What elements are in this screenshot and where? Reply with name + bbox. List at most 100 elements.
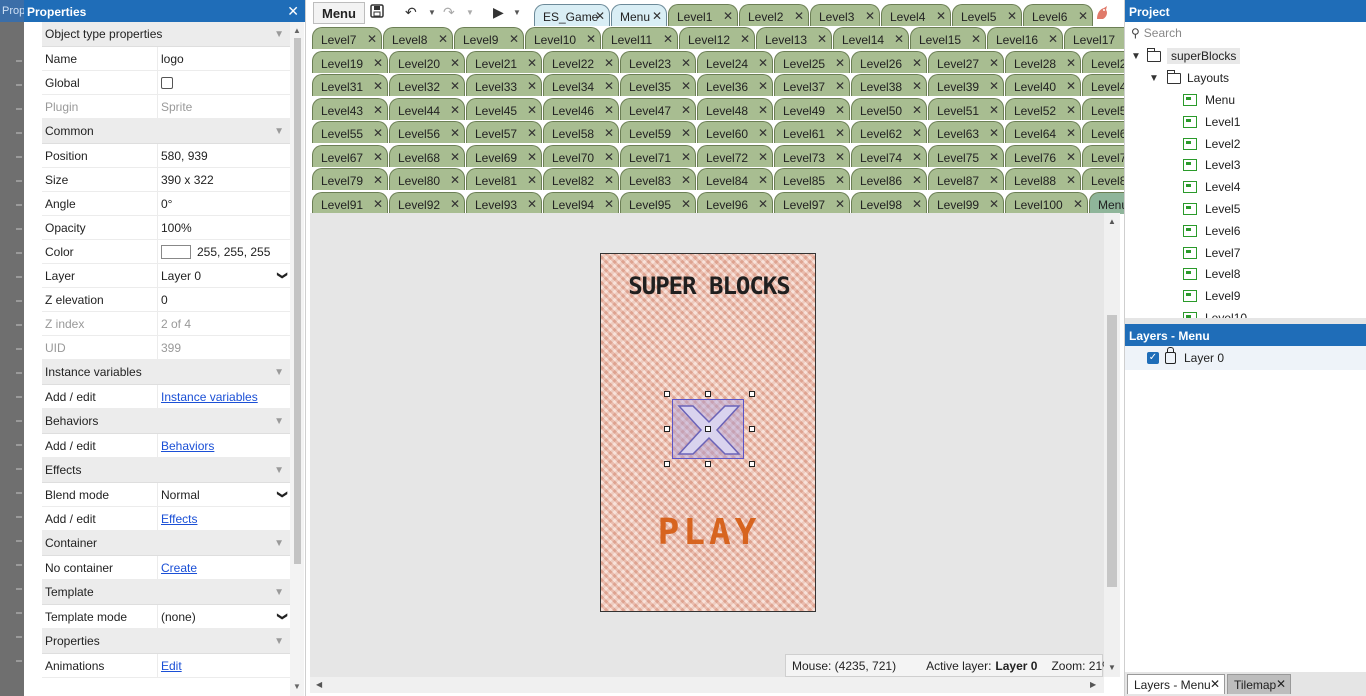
tab-level20[interactable]: Level20 ✕ — [389, 50, 465, 73]
tab-level34[interactable]: Level34 ✕ — [543, 74, 619, 96]
tree-layout-item[interactable]: Level6 — [1183, 221, 1240, 241]
scroll-up-icon[interactable]: ▲ — [1108, 217, 1116, 226]
tab-level80[interactable]: Level80 ✕ — [389, 168, 465, 190]
tree-layout-item[interactable]: Level8 — [1183, 264, 1240, 284]
tab-level63[interactable]: Level63 ✕ — [928, 121, 1004, 143]
scroll-up-icon[interactable]: ▲ — [293, 26, 301, 35]
tab-level99[interactable]: Level99 ✕ — [928, 192, 1004, 214]
tab-level43[interactable]: Level43 ✕ — [312, 97, 388, 120]
close-icon[interactable]: ✕ — [723, 9, 733, 23]
tab-level8[interactable]: Level8 ✕ — [383, 27, 453, 49]
layer-row[interactable]: ✓ Layer 0 — [1125, 346, 1366, 370]
close-icon[interactable]: ✕ — [604, 173, 614, 187]
close-icon[interactable]: ✕ — [373, 79, 383, 93]
layout-name[interactable]: Menu — [1205, 93, 1235, 107]
property-row[interactable]: Global — [42, 71, 290, 95]
close-icon[interactable]: ✕ — [681, 126, 691, 140]
scroll-thumb[interactable] — [294, 38, 301, 564]
tab-level95[interactable]: Level95 ✕ — [620, 192, 696, 214]
tab-level5[interactable]: Level5 ✕ — [952, 4, 1022, 26]
tab-level76[interactable]: Level76 ✕ — [1005, 144, 1081, 167]
property-link[interactable]: Behaviors — [161, 439, 214, 453]
property-value[interactable]: 255, 255, 255 — [157, 240, 290, 263]
close-icon[interactable]: ✕ — [989, 197, 999, 211]
property-value[interactable]: Create — [157, 556, 290, 579]
tab-level96[interactable]: Level96 ✕ — [697, 192, 773, 214]
close-icon[interactable]: ✕ — [1073, 197, 1083, 211]
tree-layout-item[interactable]: Menu — [1183, 90, 1235, 110]
close-icon[interactable]: ✕ — [681, 56, 691, 70]
close-icon[interactable]: ✕ — [595, 9, 605, 23]
close-icon[interactable]: ✕ — [1066, 150, 1076, 164]
tab-level85[interactable]: Level85 ✕ — [774, 168, 850, 190]
tab-level21[interactable]: Level21 ✕ — [466, 50, 542, 73]
close-icon[interactable]: ✕ — [989, 150, 999, 164]
property-row[interactable]: Color 255, 255, 255 — [42, 240, 290, 264]
close-icon[interactable]: ✕ — [681, 103, 691, 117]
tab-level73[interactable]: Level73 ✕ — [774, 144, 850, 167]
resize-handle[interactable] — [705, 461, 711, 467]
close-icon[interactable]: ✕ — [989, 79, 999, 93]
close-icon[interactable]: ✕ — [912, 197, 922, 211]
property-value[interactable]: 0° — [157, 192, 290, 215]
close-icon[interactable]: ✕ — [912, 126, 922, 140]
close-icon[interactable]: ✕ — [450, 56, 460, 70]
close-icon[interactable]: ✕ — [989, 173, 999, 187]
tab-level22[interactable]: Level22 ✕ — [543, 50, 619, 73]
tab-level39[interactable]: Level39 ✕ — [928, 74, 1004, 96]
tab-level35[interactable]: Level35 ✕ — [620, 74, 696, 96]
close-icon[interactable]: ✕ — [912, 150, 922, 164]
expand-arrow-icon[interactable]: ▼ — [1149, 73, 1161, 84]
tab-level32[interactable]: Level32 ✕ — [389, 74, 465, 96]
close-icon[interactable]: ✕ — [1210, 677, 1220, 691]
chevron-down-icon[interactable]: ▼ — [513, 8, 521, 17]
tab-level82[interactable]: Level82 ✕ — [543, 168, 619, 190]
property-value[interactable]: (none) ❯ — [157, 605, 290, 628]
property-value[interactable]: Instance variables — [157, 385, 290, 408]
tab-level33[interactable]: Level33 ✕ — [466, 74, 542, 96]
tab-level9[interactable]: Level9 ✕ — [454, 27, 524, 49]
tab-level60[interactable]: Level60 ✕ — [697, 121, 773, 143]
close-icon[interactable]: ✕ — [758, 150, 768, 164]
close-icon[interactable]: ✕ — [758, 126, 768, 140]
property-section-header[interactable]: Container ▼ — [42, 531, 290, 556]
tab-level48[interactable]: Level48 ✕ — [697, 97, 773, 120]
close-icon[interactable]: ✕ — [604, 150, 614, 164]
close-icon[interactable]: ✕ — [1048, 32, 1058, 46]
tab-menu[interactable]: Menu✕ — [611, 4, 667, 26]
close-icon[interactable]: ✕ — [586, 32, 596, 46]
tree-layout-item[interactable]: Level7 — [1183, 243, 1240, 263]
tab-level37[interactable]: Level37 ✕ — [774, 74, 850, 96]
close-icon[interactable]: ✕ — [527, 103, 537, 117]
tree-layout-item[interactable]: Level5 — [1183, 199, 1240, 219]
select-value[interactable]: Normal — [161, 488, 200, 502]
select-value[interactable]: (none) — [161, 610, 196, 624]
close-icon[interactable]: ✕ — [1078, 9, 1088, 23]
tab-level31[interactable]: Level31 ✕ — [312, 74, 388, 96]
resize-handle[interactable] — [664, 426, 670, 432]
chevron-down-icon[interactable]: ❯ — [276, 612, 287, 620]
collapse-arrow-icon[interactable]: ▼ — [274, 587, 284, 598]
tab-level64[interactable]: Level64 ✕ — [1005, 121, 1081, 143]
property-link[interactable]: Create — [161, 561, 197, 575]
close-icon[interactable]: ✕ — [989, 103, 999, 117]
tab-level26[interactable]: Level26 ✕ — [851, 50, 927, 73]
tab-level28[interactable]: Level28 ✕ — [1005, 50, 1081, 73]
menu-button[interactable]: Menu — [313, 2, 365, 24]
property-row[interactable]: Template mode (none) ❯ — [42, 605, 290, 629]
close-icon[interactable]: ✕ — [912, 56, 922, 70]
layout-view[interactable]: SUPER BLOCKS PLAY — [600, 253, 816, 612]
property-row[interactable]: Size 390 x 322 — [42, 168, 290, 192]
close-icon[interactable]: ✕ — [681, 197, 691, 211]
close-icon[interactable]: ✕ — [450, 103, 460, 117]
save-icon[interactable] — [370, 4, 384, 21]
chevron-down-icon[interactable]: ❯ — [276, 490, 287, 498]
selected-logo-sprite[interactable] — [664, 391, 755, 467]
close-icon[interactable]: ✕ — [758, 173, 768, 187]
property-value[interactable]: Edit — [157, 654, 290, 677]
property-link[interactable]: Instance variables — [161, 390, 258, 404]
close-icon[interactable]: ✕ — [758, 103, 768, 117]
tab-level3[interactable]: Level3 ✕ — [810, 4, 880, 26]
property-row[interactable]: Add / edit Instance variables — [42, 385, 290, 409]
scroll-right-icon[interactable]: ▶ — [1090, 680, 1096, 689]
